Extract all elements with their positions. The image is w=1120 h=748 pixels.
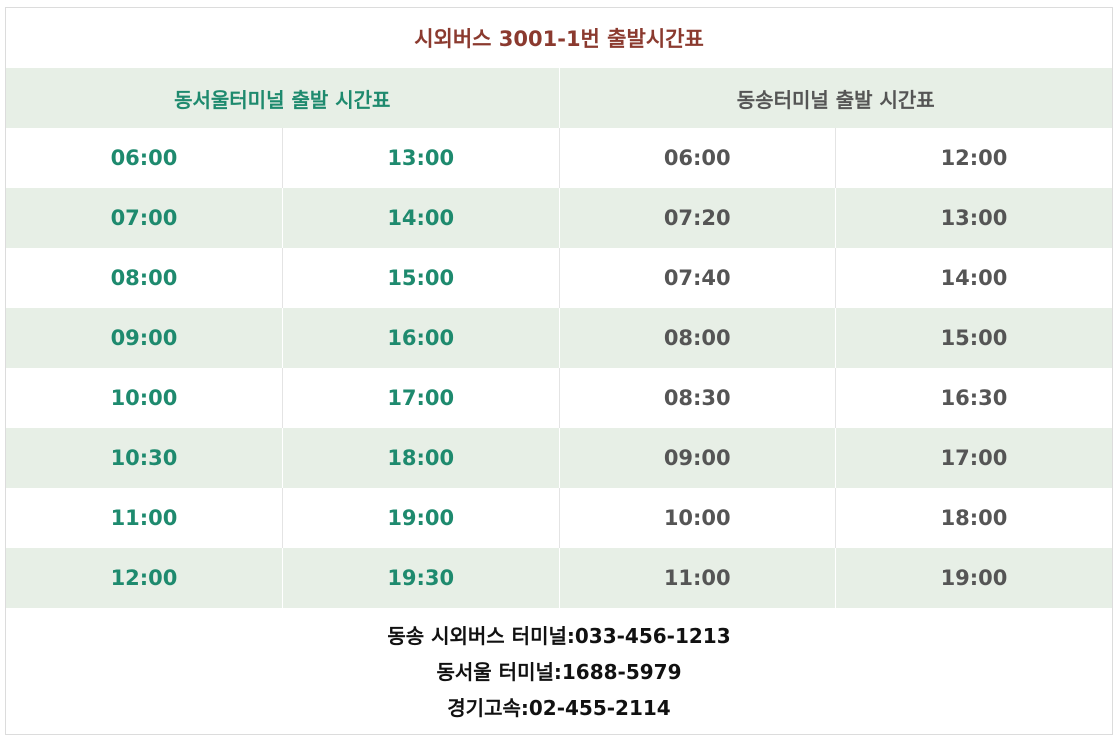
table-row: 12:00 19:30 11:00 19:00 [6, 548, 1112, 608]
time-cell: 15:00 [835, 308, 1112, 368]
table-row: 07:00 14:00 07:20 13:00 [6, 188, 1112, 248]
contact-dongsong-terminal: 동송 시외버스 터미널:033-456-1213 [387, 624, 731, 648]
time-cell: 06:00 [559, 128, 836, 188]
time-cell: 10:00 [559, 488, 836, 548]
time-cell: 16:00 [282, 308, 560, 368]
timetable: 시외버스 3001-1번 출발시간표 동서울터미널 출발 시간표 동송터미널 출… [6, 8, 1112, 734]
time-cell: 18:00 [282, 428, 560, 488]
timetable-frame: 시외버스 3001-1번 출발시간표 동서울터미널 출발 시간표 동송터미널 출… [5, 7, 1113, 735]
header-dongseoul: 동서울터미널 출발 시간표 [6, 68, 560, 128]
header-dongsong: 동송터미널 출발 시간표 [559, 68, 1112, 128]
time-cell: 07:20 [559, 188, 836, 248]
time-cell: 08:00 [559, 308, 836, 368]
time-cell: 14:00 [282, 188, 560, 248]
time-cell: 10:00 [6, 368, 283, 428]
time-cell: 15:00 [282, 248, 560, 308]
time-cell: 09:00 [559, 428, 836, 488]
table-row: 10:30 18:00 09:00 17:00 [6, 428, 1112, 488]
time-cell: 14:00 [940, 266, 1008, 290]
contact-gyeonggi-express: 경기고속:02-455-2114 [447, 696, 671, 720]
table-row: 08:00 15:00 07:40 14:00 [6, 248, 1112, 308]
table-row: 06:00 13:00 06:00 12:00 [6, 128, 1112, 188]
time-cell: 08:30 [559, 368, 836, 428]
time-cell: 16:30 [940, 386, 1008, 410]
time-cell: 18:00 [940, 506, 1008, 530]
time-cell: 19:00 [835, 548, 1112, 608]
time-cell: 17:00 [835, 428, 1112, 488]
time-cell: 07:40 [559, 248, 836, 308]
time-cell: 13:00 [282, 128, 560, 188]
time-cell: 13:00 [835, 188, 1112, 248]
table-row: 09:00 16:00 08:00 15:00 [6, 308, 1112, 368]
time-cell: 17:00 [282, 368, 560, 428]
time-cell: 19:30 [282, 548, 560, 608]
time-cell: 10:30 [6, 428, 283, 488]
title-row: 시외버스 3001-1번 출발시간표 [6, 8, 1112, 68]
contact-row: 동송 시외버스 터미널:033-456-1213 동서울 터미널:1688-59… [6, 608, 1112, 734]
table-row: 10:00 17:00 08:30 16:30 [6, 368, 1112, 428]
time-cell: 07:00 [6, 188, 283, 248]
time-cell: 06:00 [6, 128, 283, 188]
time-cell: 11:00 [6, 488, 283, 548]
table-row: 11:00 19:00 10:00 18:00 [6, 488, 1112, 548]
contact-info: 동송 시외버스 터미널:033-456-1213 동서울 터미널:1688-59… [6, 608, 1112, 734]
contact-dongseoul-terminal: 동서울 터미널:1688-5979 [436, 660, 682, 684]
page-title: 시외버스 3001-1번 출발시간표 [6, 8, 1112, 68]
time-cell: 12:00 [940, 146, 1008, 170]
time-cell: 08:00 [6, 248, 283, 308]
time-cell: 11:00 [559, 548, 836, 608]
time-cell: 12:00 [6, 548, 283, 608]
time-cell: 19:00 [282, 488, 560, 548]
header-row: 동서울터미널 출발 시간표 동송터미널 출발 시간표 [6, 68, 1112, 128]
time-cell: 09:00 [6, 308, 283, 368]
